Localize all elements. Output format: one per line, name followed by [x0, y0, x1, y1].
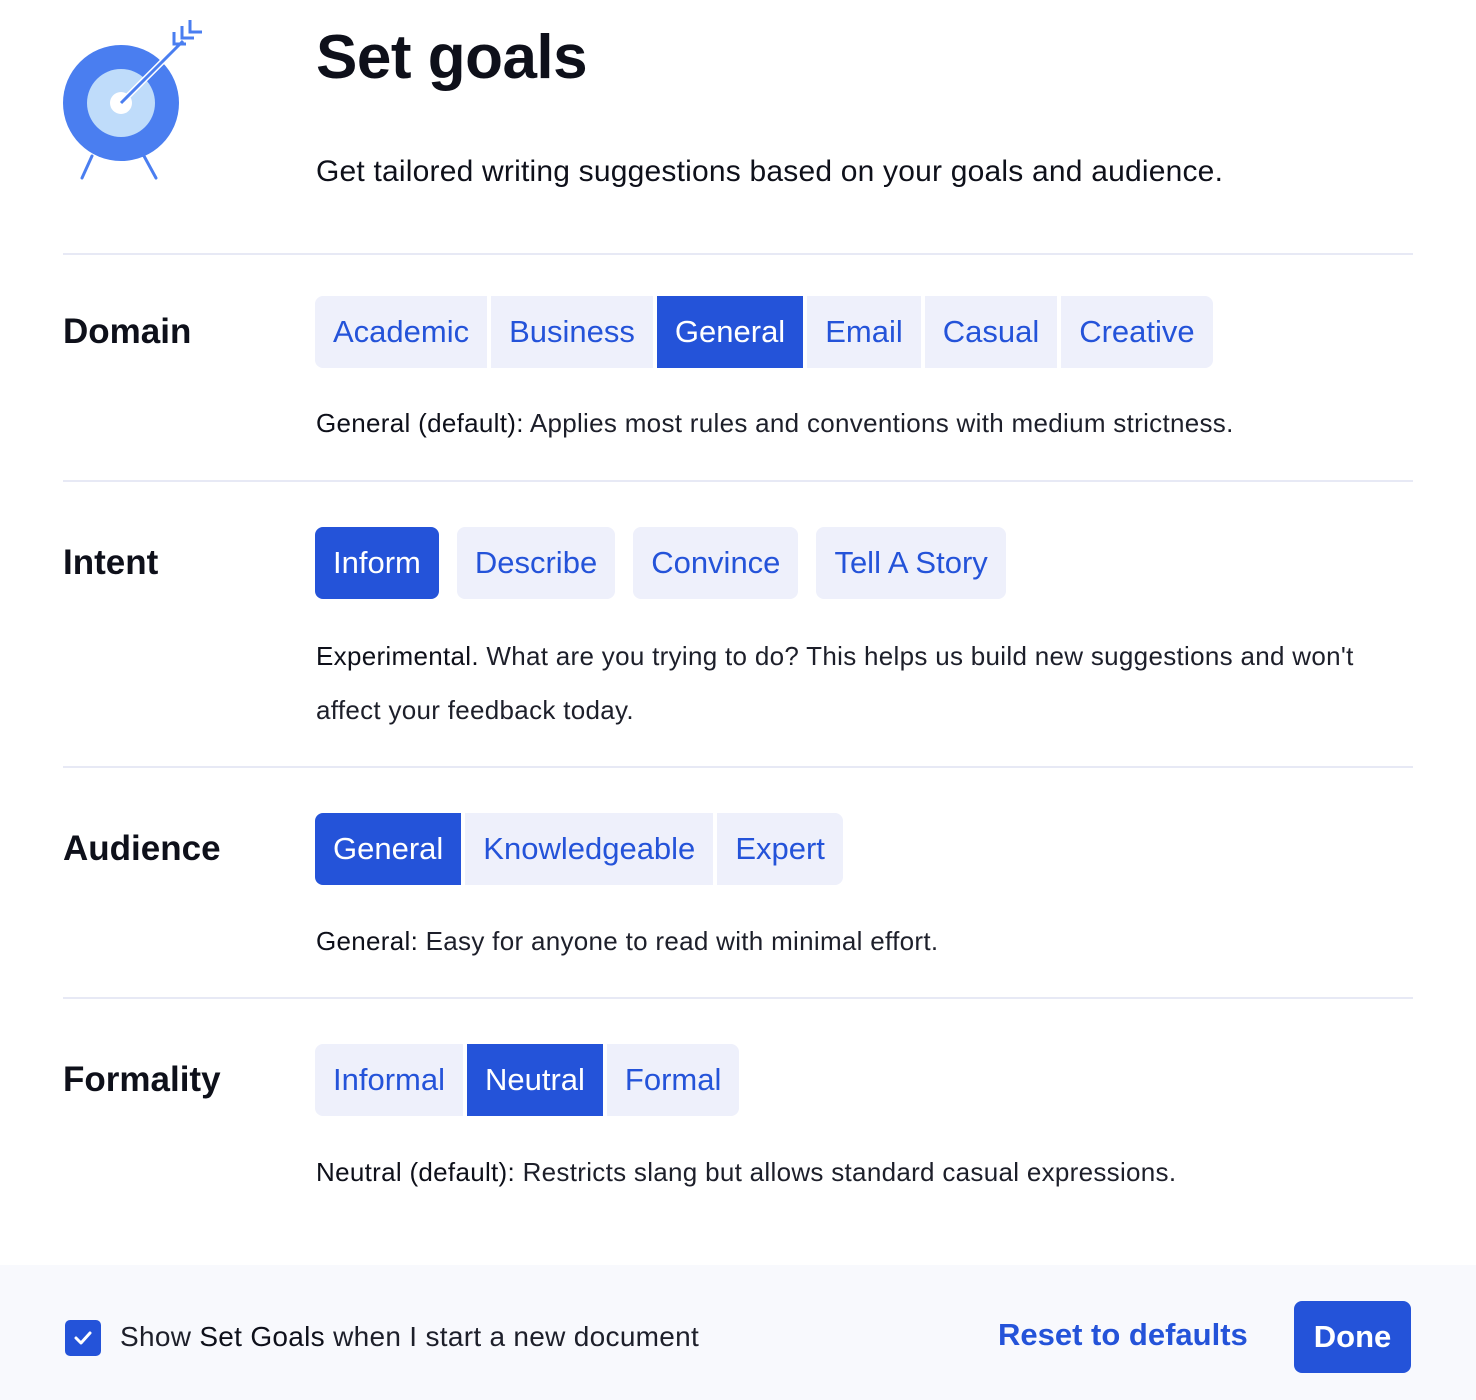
intent-option-describe[interactable]: Describe: [456, 527, 616, 599]
formality-description: Neutral (default): Restricts slang but a…: [316, 1157, 1177, 1187]
checkbox-label[interactable]: Show Set Goals when I start a new docume…: [120, 1321, 699, 1353]
formality-options: Informal Neutral Formal: [315, 1044, 740, 1116]
audience-option-general[interactable]: General: [315, 813, 462, 885]
audience-description: General: Easy for anyone to read with mi…: [316, 926, 939, 956]
formality-option-neutral[interactable]: Neutral: [466, 1044, 603, 1116]
domain-options: Academic Business General Email Casual Creati…: [315, 296, 1213, 368]
divider: [63, 253, 1413, 255]
page-subtitle: Get tailored writing suggestions based o…: [316, 155, 1224, 188]
intent-options: Inform Describe Convince Tell A Story: [315, 527, 1024, 599]
reset-to-defaults-button[interactable]: Reset to defaults: [998, 1317, 1248, 1353]
divider: [63, 997, 1413, 999]
show-set-goals-checkbox[interactable]: [65, 1320, 101, 1356]
audience-options: General Knowledgeable Expert: [315, 813, 843, 885]
checkmark-icon: [74, 1331, 92, 1345]
intent-description: Experimental. What are you trying to do?…: [316, 641, 1354, 725]
domain-option-casual[interactable]: Casual: [924, 296, 1058, 368]
section-label: Intent: [63, 543, 159, 582]
audience-option-knowledgeable[interactable]: Knowledgeable: [465, 813, 714, 885]
done-button[interactable]: Done: [1294, 1301, 1411, 1373]
domain-option-business[interactable]: Business: [491, 296, 653, 368]
domain-option-creative[interactable]: Creative: [1061, 296, 1213, 368]
domain-description: General (default): Applies most rules an…: [316, 408, 1234, 438]
page-title: Set goals: [316, 23, 588, 92]
section-label: Domain: [63, 312, 192, 351]
domain-option-academic[interactable]: Academic: [315, 296, 488, 368]
intent-option-inform[interactable]: Inform: [315, 527, 439, 599]
formality-option-formal[interactable]: Formal: [606, 1044, 740, 1116]
header: Set goals Get tailored writing suggestio…: [0, 0, 1476, 254]
intent-option-convince[interactable]: Convince: [633, 527, 799, 599]
divider: [63, 480, 1413, 482]
section-label: Formality: [63, 1060, 221, 1099]
domain-option-general[interactable]: General: [656, 296, 804, 368]
divider: [63, 766, 1413, 768]
section-label: Audience: [63, 829, 221, 868]
formality-option-informal[interactable]: Informal: [315, 1044, 463, 1116]
audience-option-expert[interactable]: Expert: [717, 813, 843, 885]
target-with-arrow-icon: [63, 20, 202, 180]
intent-option-tell-a-story[interactable]: Tell A Story: [816, 527, 1006, 599]
footer: Show Set Goals when I start a new docume…: [0, 1265, 1476, 1400]
domain-option-email[interactable]: Email: [807, 296, 921, 368]
